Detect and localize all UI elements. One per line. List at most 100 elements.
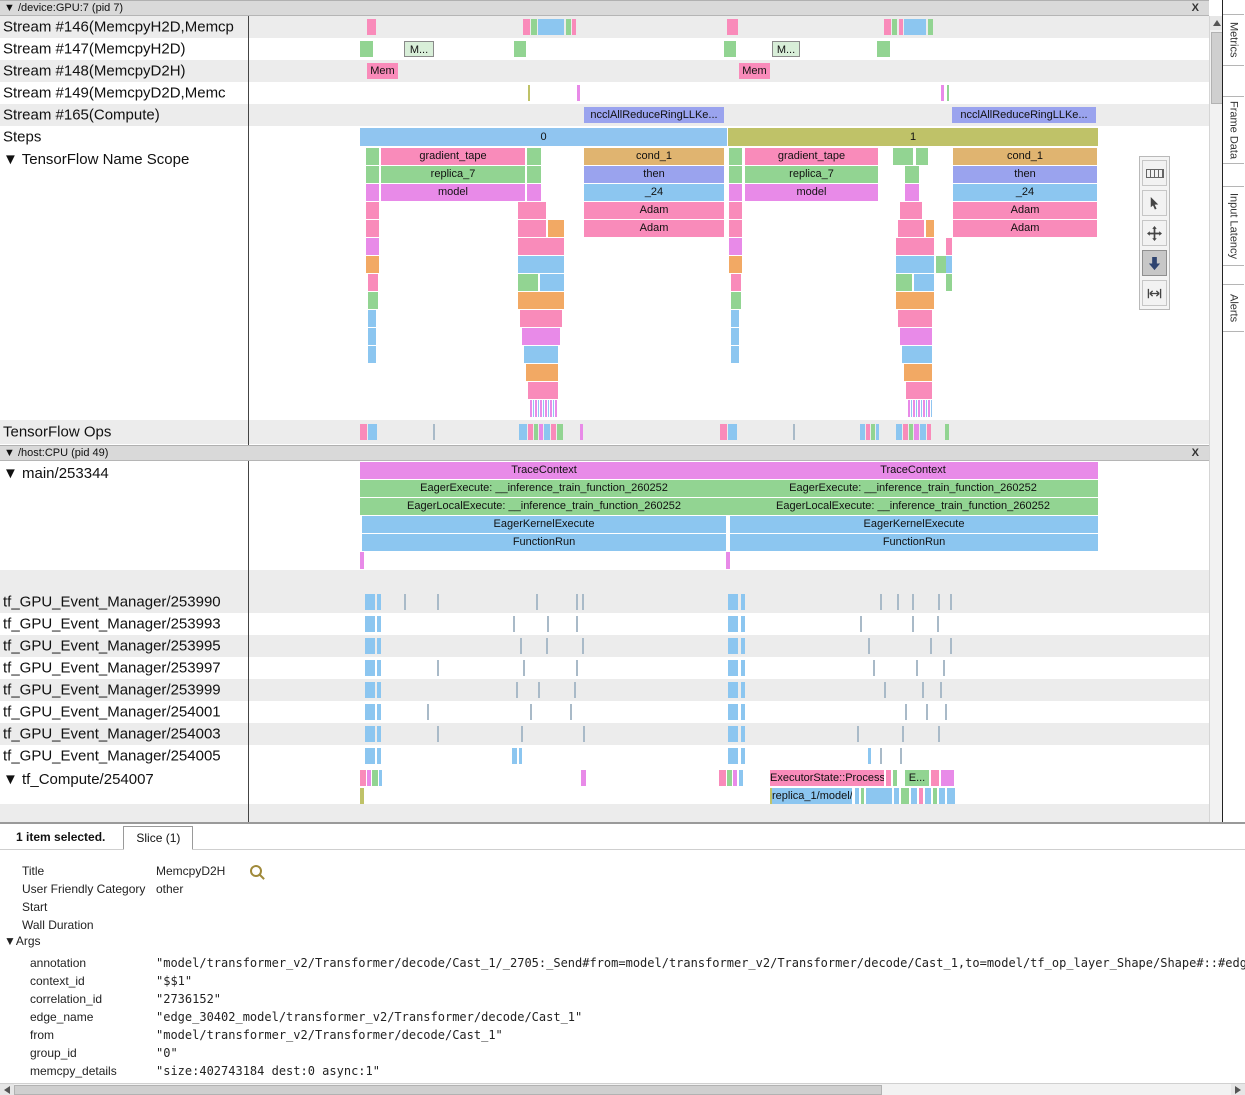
timeline-slice[interactable] — [912, 616, 914, 632]
timeline-slice[interactable] — [377, 616, 381, 632]
timeline-slice[interactable] — [518, 274, 538, 291]
timeline-slice[interactable] — [914, 274, 934, 291]
timeline-slice[interactable] — [728, 616, 738, 632]
timeline-slice[interactable] — [516, 682, 518, 698]
scroll-up-button[interactable] — [1210, 16, 1223, 30]
timeline-slice[interactable] — [855, 788, 859, 804]
timeline-slice[interactable]: replica_7 — [745, 166, 878, 183]
timeline-slice[interactable]: then — [584, 166, 724, 183]
timeline-slice[interactable] — [866, 424, 870, 440]
timeline-slice[interactable] — [899, 19, 903, 35]
timeline-slice[interactable] — [880, 748, 882, 764]
timeline-slice[interactable] — [884, 19, 891, 35]
timeline-slice[interactable] — [728, 726, 738, 742]
timeline-slice[interactable] — [728, 638, 738, 654]
timeline-slice[interactable] — [377, 704, 381, 720]
timeline-slice[interactable]: EagerLocalExecute: __inference_train_fun… — [728, 498, 1098, 515]
timeline-slice[interactable] — [538, 19, 564, 35]
timeline-slice[interactable] — [741, 594, 745, 610]
timeline-slice[interactable] — [941, 85, 944, 101]
timeline-slice[interactable] — [729, 202, 742, 219]
process-header[interactable]: ▼ /host:CPU (pid 49)X — [0, 445, 1209, 461]
process-title[interactable]: ▼ /device:GPU:7 (pid 7) — [4, 2, 123, 14]
timeline-slice[interactable] — [368, 274, 378, 291]
timeline-slice[interactable] — [360, 770, 366, 786]
timeline-slice[interactable]: model — [745, 184, 878, 201]
timeline-slice[interactable] — [896, 238, 934, 255]
scrollbar-thumb[interactable] — [1211, 32, 1223, 104]
timeline-slice[interactable] — [527, 166, 541, 183]
timeline-slice[interactable] — [896, 424, 902, 440]
timeline-slice[interactable] — [728, 748, 738, 764]
timeline-slice[interactable]: ncclAllReduceRingLLKe... — [584, 107, 724, 123]
timeline-slice[interactable]: gradient_tape — [745, 148, 878, 165]
timeline-slice[interactable] — [720, 424, 727, 440]
timeline-slice[interactable] — [360, 552, 364, 569]
timeline-slice[interactable] — [368, 310, 376, 327]
timeline-slice[interactable] — [941, 770, 954, 786]
timeline-slice[interactable] — [731, 328, 739, 345]
timeline-slice[interactable]: Adam — [584, 202, 724, 219]
timeline-slice[interactable]: replica_7 — [381, 166, 525, 183]
timeline-slice[interactable] — [581, 770, 586, 786]
timeline-slice[interactable] — [904, 364, 932, 381]
timeline-slice[interactable]: replica_1/model/t... — [772, 788, 852, 804]
timeline-slice[interactable] — [729, 184, 742, 201]
timeline-slice[interactable] — [733, 770, 737, 786]
timeline-slice[interactable] — [731, 274, 741, 291]
timeline-slice[interactable]: Adam — [953, 220, 1097, 237]
timeline-slice[interactable] — [920, 424, 926, 440]
timeline-slice[interactable]: _24 — [584, 184, 724, 201]
timeline-slice[interactable] — [582, 594, 584, 610]
timeline-slice[interactable]: Mem — [367, 63, 398, 79]
timeline-slice[interactable] — [365, 660, 375, 676]
timeline-slice[interactable] — [368, 346, 376, 363]
timeline-slice[interactable] — [530, 704, 532, 720]
timeline-slice[interactable] — [908, 400, 932, 417]
timeline-slice[interactable] — [903, 424, 908, 440]
timeline-slice[interactable] — [551, 424, 556, 440]
timeline-slice[interactable]: TraceContext — [728, 462, 1098, 479]
timeline-slice[interactable] — [928, 19, 933, 35]
timeline-slice[interactable] — [566, 19, 571, 35]
timeline-slice[interactable] — [873, 660, 875, 676]
timeline-slice[interactable]: cond_1 — [953, 148, 1097, 165]
timeline-slice[interactable] — [366, 184, 379, 201]
timeline-slice[interactable]: Mem — [739, 63, 770, 79]
timeline-slice[interactable] — [536, 594, 538, 610]
timeline-slice[interactable] — [524, 346, 558, 363]
timeline-slice[interactable] — [512, 748, 517, 764]
timeline-slice[interactable]: TraceContext — [360, 462, 728, 479]
timeline-slice[interactable] — [729, 256, 742, 273]
timeline-slice[interactable] — [534, 424, 538, 440]
timeline-slice[interactable] — [582, 638, 584, 654]
process-header[interactable]: ▼ /device:GPU:7 (pid 7)X — [0, 0, 1209, 16]
timeline-slice[interactable] — [520, 310, 562, 327]
timeline-slice[interactable] — [919, 788, 923, 804]
timeline-slice[interactable] — [914, 424, 919, 440]
timeline-slice[interactable] — [518, 256, 564, 273]
timeline-slice[interactable] — [538, 682, 540, 698]
timeline-slice[interactable] — [527, 148, 541, 165]
timeline-slice[interactable]: Adam — [953, 202, 1097, 219]
timeline-slice[interactable] — [926, 220, 934, 237]
timeline-slice[interactable] — [728, 682, 738, 698]
timeline-slice[interactable] — [945, 424, 949, 440]
timeline-slice[interactable] — [365, 638, 375, 654]
timeline-slice[interactable] — [931, 770, 939, 786]
timeline-slice[interactable] — [518, 202, 546, 219]
timeline-slice[interactable] — [728, 660, 738, 676]
timeline-slice[interactable] — [876, 424, 879, 440]
timeline-slice[interactable] — [945, 704, 947, 720]
timeline-slice[interactable] — [926, 704, 928, 720]
timeline-slice[interactable] — [893, 770, 897, 786]
timeline-slice[interactable] — [943, 660, 945, 676]
timeline-slice[interactable] — [727, 770, 732, 786]
horizontal-scrollbar[interactable] — [0, 1083, 1245, 1095]
timeline-slice[interactable] — [372, 770, 378, 786]
timeline-slice[interactable] — [946, 274, 952, 291]
timeline-slice[interactable]: cond_1 — [584, 148, 724, 165]
timeline-slice[interactable] — [866, 788, 892, 804]
timeline-slice[interactable] — [857, 726, 859, 742]
timeline-slice[interactable] — [514, 41, 526, 57]
